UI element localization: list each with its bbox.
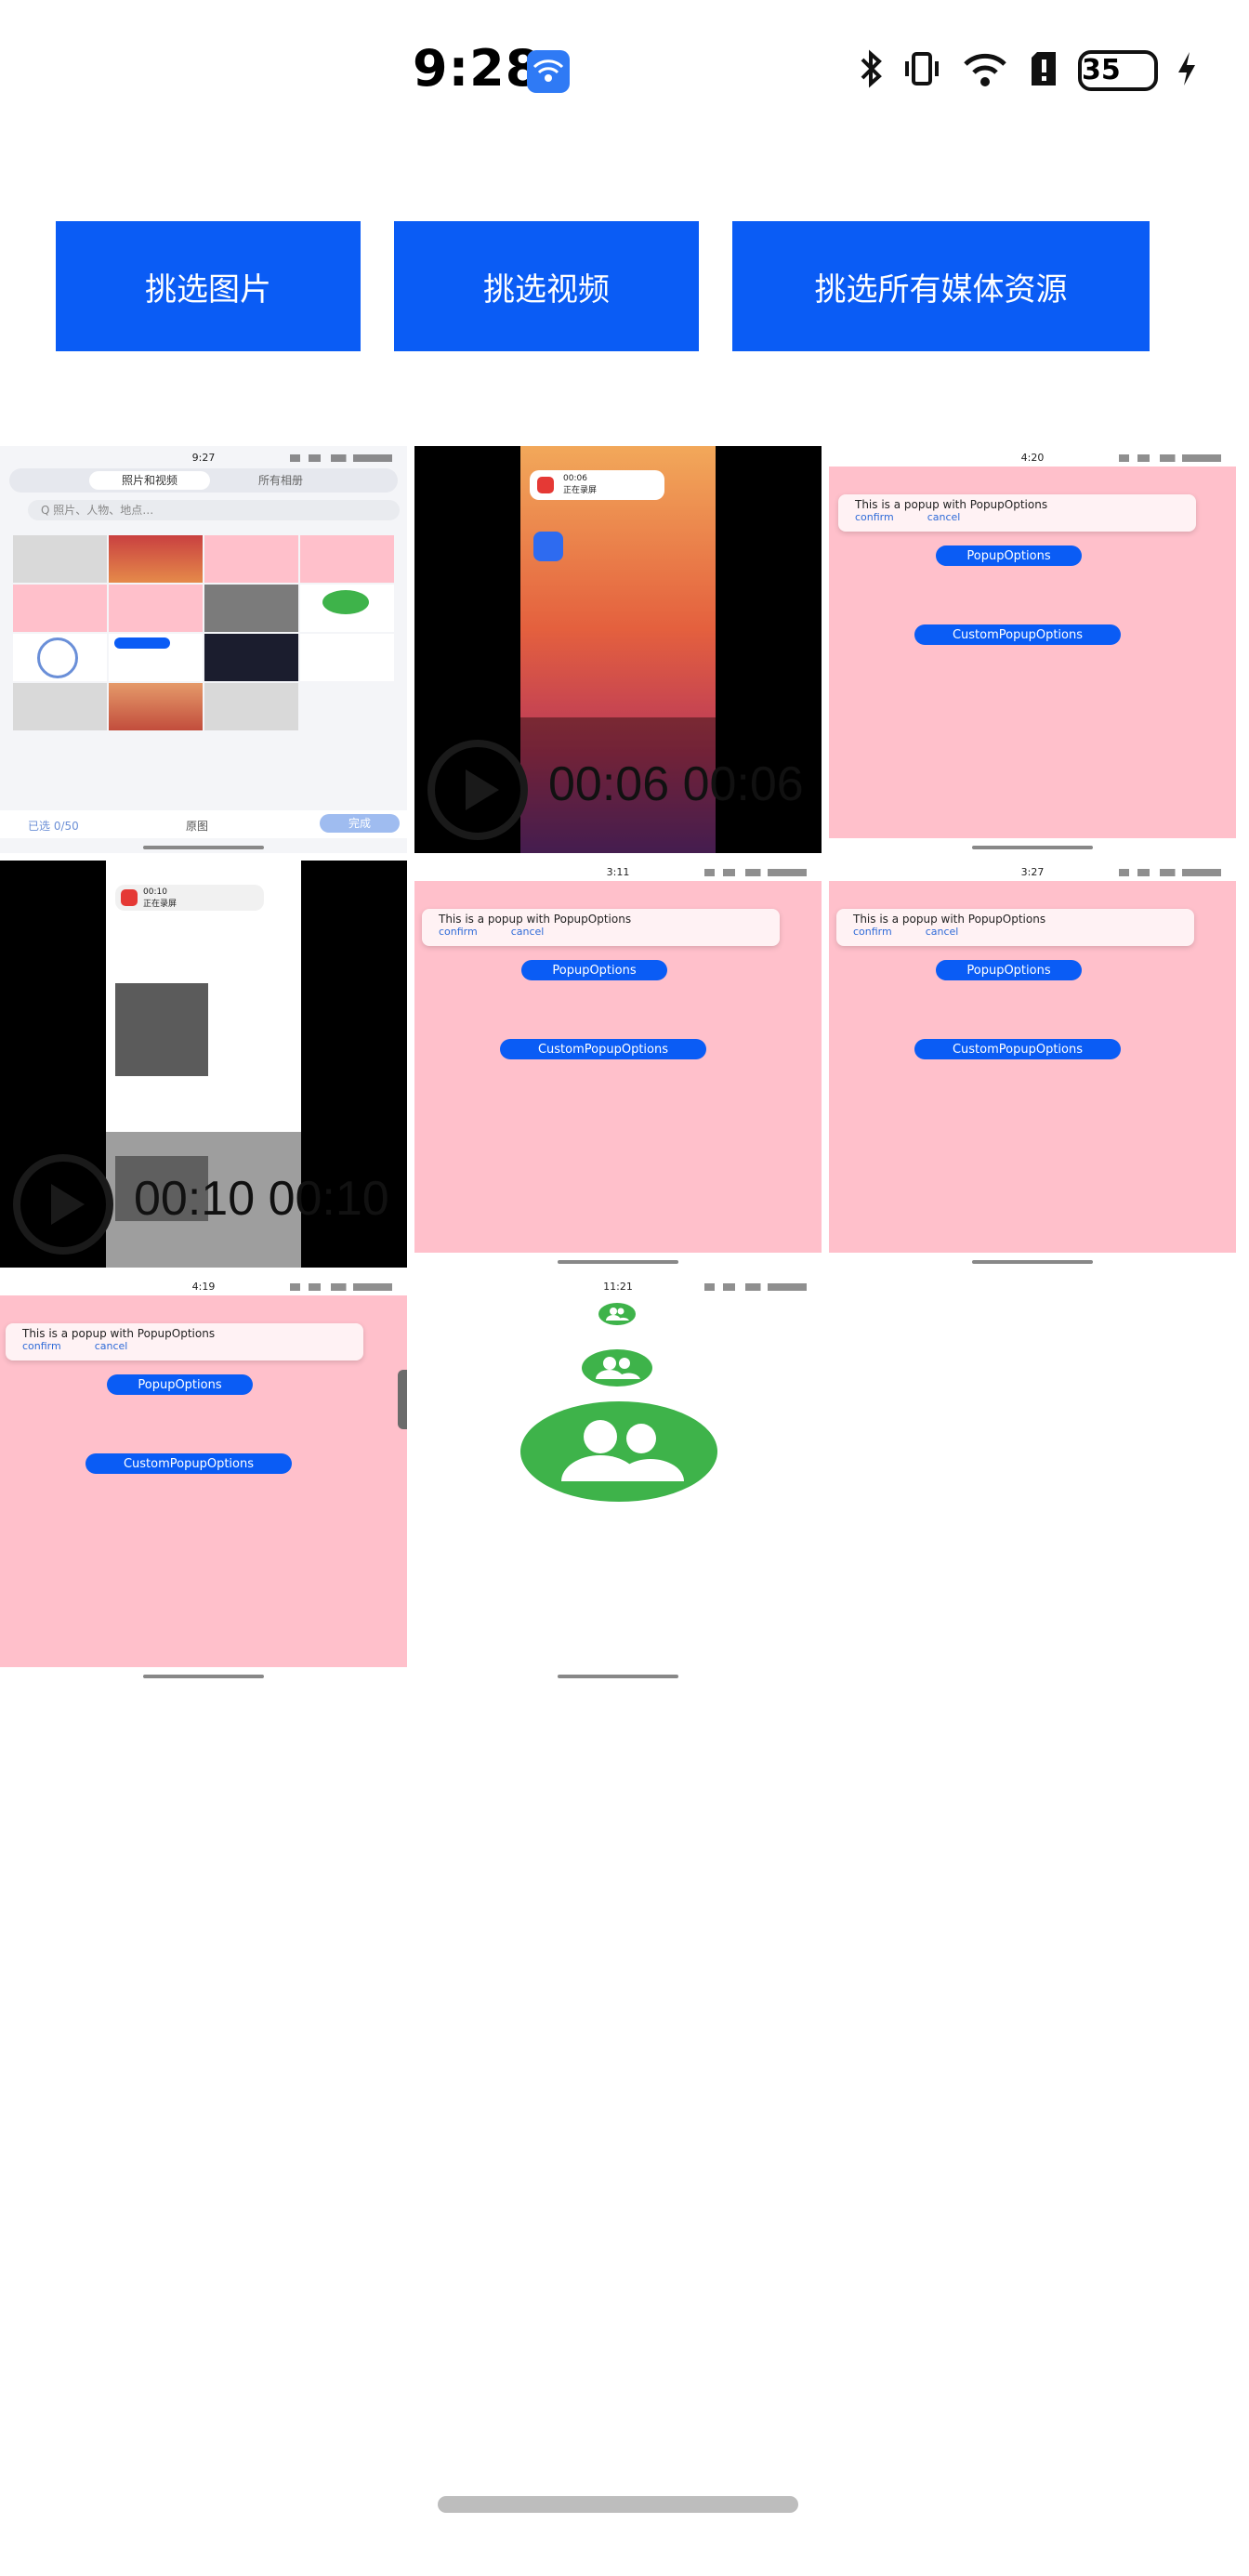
status-time: 9:28 bbox=[413, 39, 542, 98]
popup-cancel: cancel bbox=[94, 1340, 128, 1352]
popup-screenshot: This is a popup with PopupOptions confir… bbox=[0, 1295, 407, 1667]
picker-bottom-bar: 已选 0/50 原图 完成 bbox=[0, 810, 407, 838]
record-time: 00:06 bbox=[563, 474, 587, 483]
sim-alert-icon bbox=[1028, 48, 1059, 93]
record-status: 正在录屏 bbox=[563, 486, 598, 495]
thumbnail-status-time: 4:19 bbox=[0, 1281, 407, 1295]
popup-cancel: cancel bbox=[927, 511, 961, 523]
battery-icon: 35 bbox=[1078, 50, 1158, 91]
media-thumbnail[interactable]: 3:11 This is a popup with PopupOptions c… bbox=[414, 861, 822, 1268]
picker-selected-count: 已选 0/50 bbox=[28, 820, 79, 833]
popup-options-pill: PopupOptions bbox=[936, 545, 1082, 566]
popup-cancel: cancel bbox=[510, 926, 545, 938]
thumbnail-status-time: 3:27 bbox=[829, 866, 1236, 881]
charging-icon bbox=[1177, 48, 1197, 93]
pick-all-media-button[interactable]: 挑选所有媒体资源 bbox=[732, 221, 1150, 351]
screen-record-pill: 00:10 正在录屏 bbox=[115, 885, 264, 911]
thumbnail-status-time: 11:21 bbox=[414, 1281, 822, 1295]
bluetooth-icon bbox=[859, 48, 883, 93]
popup-confirm: confirm bbox=[22, 1340, 61, 1352]
picker-original-toggle: 原图 bbox=[186, 820, 209, 833]
thumbnail-home-bar bbox=[143, 846, 264, 849]
popup-screenshot: This is a popup with PopupOptions confir… bbox=[829, 467, 1236, 838]
popup-confirm: confirm bbox=[855, 511, 894, 523]
popup-bubble: This is a popup with PopupOptions confir… bbox=[422, 909, 780, 946]
popup-message: This is a popup with PopupOptions bbox=[853, 913, 1046, 926]
picker-search-field: Q 照片、人物、地点… bbox=[28, 500, 400, 520]
media-thumbnail[interactable]: 9:27 照片和视频 所有相册 Q 照片、人物、地点… 已选 0/50 原图 完… bbox=[0, 446, 407, 853]
video-duration: 00:06 00:06 bbox=[548, 757, 804, 811]
popup-options-pill: PopupOptions bbox=[936, 960, 1082, 980]
picker-tab-photos: 照片和视频 bbox=[89, 471, 210, 490]
popup-confirm: confirm bbox=[853, 926, 892, 938]
people-icon bbox=[582, 1349, 652, 1390]
popup-message: This is a popup with PopupOptions bbox=[439, 913, 632, 926]
hotspot-icon bbox=[527, 50, 570, 93]
thumbnail-status-time: 4:20 bbox=[829, 452, 1236, 467]
play-icon bbox=[13, 1154, 113, 1255]
popup-bubble: This is a popup with PopupOptions confir… bbox=[836, 909, 1194, 946]
picker-photo-grid bbox=[13, 535, 394, 730]
thumbnail-status-time: 3:11 bbox=[414, 866, 822, 881]
status-icons: 35 bbox=[859, 48, 1197, 93]
custom-popup-options-pill: CustomPopupOptions bbox=[500, 1039, 706, 1059]
status-bar: 9:28 35 bbox=[0, 0, 1249, 139]
popup-options-pill: PopupOptions bbox=[107, 1374, 253, 1395]
pick-images-button[interactable]: 挑选图片 bbox=[56, 221, 361, 351]
media-thumbnail[interactable]: 4:19 This is a popup with PopupOptions c… bbox=[0, 1275, 407, 1682]
popup-screenshot: This is a popup with PopupOptions confir… bbox=[829, 881, 1236, 1253]
picker-tab-bar: 照片和视频 所有相册 bbox=[9, 468, 398, 493]
battery-level: 35 bbox=[1082, 54, 1121, 86]
record-status: 正在录屏 bbox=[143, 900, 177, 909]
thumbnail-home-bar bbox=[558, 1260, 678, 1264]
thumbnail-home-bar bbox=[972, 846, 1093, 849]
screen-record-pill: 00:06 正在录屏 bbox=[530, 470, 664, 500]
vibrate-icon bbox=[901, 48, 942, 93]
app-icon bbox=[533, 532, 563, 561]
popup-bubble: This is a popup with PopupOptions confir… bbox=[6, 1323, 363, 1360]
picker-done-button: 完成 bbox=[320, 814, 400, 833]
media-thumbnail-video[interactable]: 00:10 正在录屏 00:10 00:10 bbox=[0, 861, 407, 1268]
custom-popup-options-pill: CustomPopupOptions bbox=[914, 624, 1121, 645]
popup-cancel: cancel bbox=[925, 926, 959, 938]
side-handle bbox=[398, 1370, 407, 1429]
picker-tab-albums: 所有相册 bbox=[258, 474, 304, 487]
play-icon bbox=[427, 740, 528, 840]
thumbnail-status-time: 9:27 bbox=[0, 452, 407, 467]
thumbnail-home-bar bbox=[972, 1260, 1093, 1264]
custom-popup-options-pill: CustomPopupOptions bbox=[85, 1453, 292, 1474]
popup-options-pill: PopupOptions bbox=[521, 960, 667, 980]
video-duration: 00:10 00:10 bbox=[134, 1172, 389, 1226]
home-indicator[interactable] bbox=[438, 2496, 798, 2513]
pick-videos-button[interactable]: 挑选视频 bbox=[394, 221, 699, 351]
media-thumbnail[interactable]: 3:27 This is a popup with PopupOptions c… bbox=[829, 861, 1236, 1268]
media-thumbnail[interactable]: 11:21 bbox=[414, 1275, 822, 1682]
popup-message: This is a popup with PopupOptions bbox=[855, 498, 1048, 511]
record-time: 00:10 bbox=[143, 887, 167, 897]
people-icon bbox=[520, 1401, 717, 1505]
wifi-icon bbox=[961, 48, 1009, 93]
popup-bubble: This is a popup with PopupOptions confir… bbox=[838, 494, 1196, 532]
popup-confirm: confirm bbox=[439, 926, 478, 938]
thumbnail-home-bar bbox=[143, 1675, 264, 1678]
people-icon bbox=[598, 1303, 636, 1329]
popup-message: This is a popup with PopupOptions bbox=[22, 1327, 216, 1340]
popup-screenshot: This is a popup with PopupOptions confir… bbox=[414, 881, 822, 1253]
thumbnail-home-bar bbox=[558, 1675, 678, 1678]
media-thumbnail[interactable]: 4:20 This is a popup with PopupOptions c… bbox=[829, 446, 1236, 853]
custom-popup-options-pill: CustomPopupOptions bbox=[914, 1039, 1121, 1059]
media-thumbnail-video[interactable]: 00:06 正在录屏 00:06 00:06 bbox=[414, 446, 822, 853]
product-photo bbox=[115, 983, 208, 1076]
